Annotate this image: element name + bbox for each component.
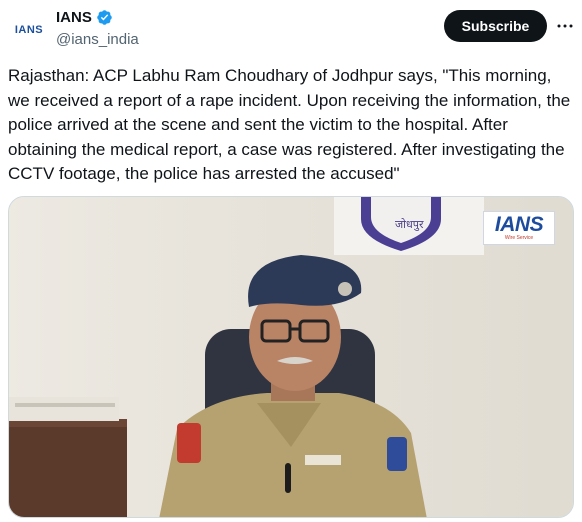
tweet-header: IANS IANS @ians_india Subscribe [0,0,582,60]
video-frame-illustration [9,197,573,517]
verified-badge-icon [97,10,112,25]
display-name[interactable]: IANS [56,9,92,26]
ians-watermark-logo: IANS Wire Service [483,211,555,245]
name-row: IANS [56,9,113,26]
avatar[interactable]: IANS [8,9,50,51]
video-thumbnail[interactable]: जोधपुर IANS Wire Service [8,196,574,518]
watermark-subtext: Wire Service [504,235,534,241]
user-handle[interactable]: @ians_india [56,31,139,48]
tweet-text: Rajasthan: ACP Labhu Ram Choudhary of Jo… [8,66,571,183]
more-horizontal-icon[interactable] [555,16,575,36]
subscribe-button[interactable]: Subscribe [444,10,547,42]
emblem-text: जोधपुर [395,218,424,231]
watermark-text: IANS [494,213,544,236]
avatar-logo-text: IANS [14,24,44,36]
